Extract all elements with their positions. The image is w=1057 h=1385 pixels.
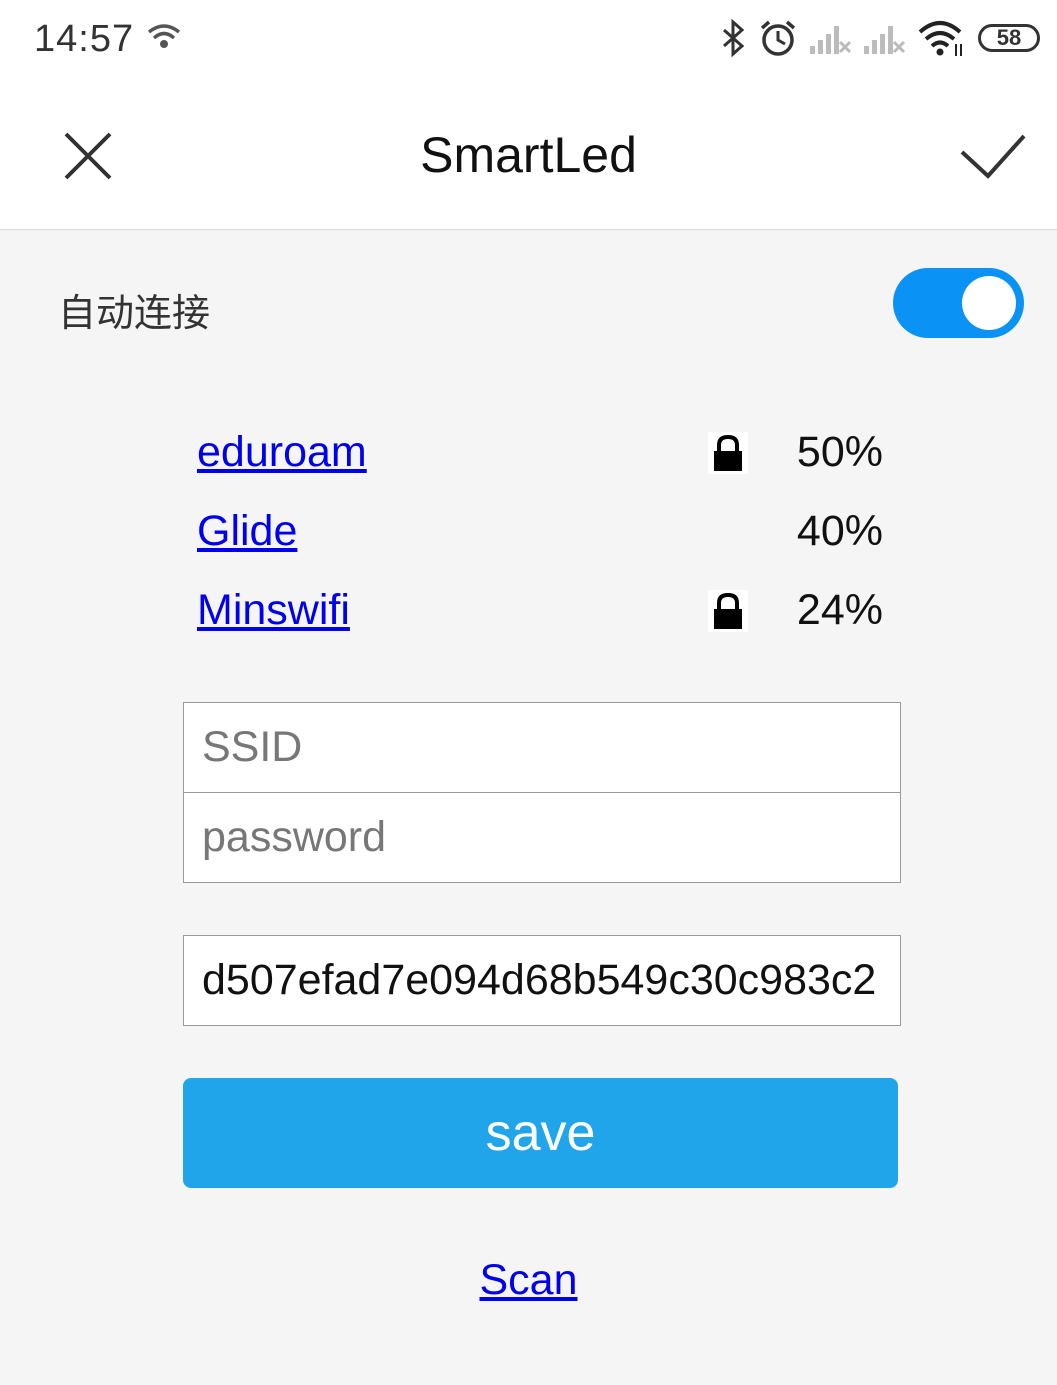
signal-strength: 50% xyxy=(796,428,883,476)
lock-icon xyxy=(708,432,748,474)
hotspot-icon xyxy=(147,24,181,48)
list-item: eduroam 50% xyxy=(197,428,897,488)
auto-connect-label: 自动连接 xyxy=(58,293,211,335)
bluetooth-icon xyxy=(723,18,745,58)
network-ssid-link[interactable]: Glide xyxy=(197,507,297,556)
status-bar: 14:57 58 xyxy=(0,0,1057,80)
toggle-knob xyxy=(962,276,1016,330)
lock-icon xyxy=(708,590,748,632)
page-title: SmartLed xyxy=(420,127,637,183)
battery-indicator: 58 xyxy=(978,24,1040,52)
token-input[interactable] xyxy=(183,935,901,1026)
scan-link[interactable]: Scan xyxy=(479,1256,577,1304)
signal-strength: 24% xyxy=(796,586,883,634)
save-button[interactable]: save xyxy=(183,1078,898,1188)
network-ssid-link[interactable]: eduroam xyxy=(197,428,367,477)
scan-link-container: Scan xyxy=(0,1256,1057,1305)
alarm-icon xyxy=(760,20,796,56)
ssid-input[interactable] xyxy=(183,702,901,793)
signal-icon xyxy=(864,26,906,54)
list-item: Glide 40% xyxy=(197,507,897,567)
status-time: 14:57 xyxy=(34,18,135,60)
check-icon[interactable] xyxy=(958,128,1028,184)
wifi-icon xyxy=(918,21,962,56)
signal-icon xyxy=(810,26,852,54)
network-ssid-link[interactable]: Minswifi xyxy=(197,586,350,635)
list-item: Minswifi 24% xyxy=(197,586,897,646)
auto-connect-toggle[interactable] xyxy=(893,268,1024,338)
signal-strength: 40% xyxy=(796,507,883,555)
app-bar: SmartLed xyxy=(0,80,1057,230)
password-input[interactable] xyxy=(183,792,901,883)
